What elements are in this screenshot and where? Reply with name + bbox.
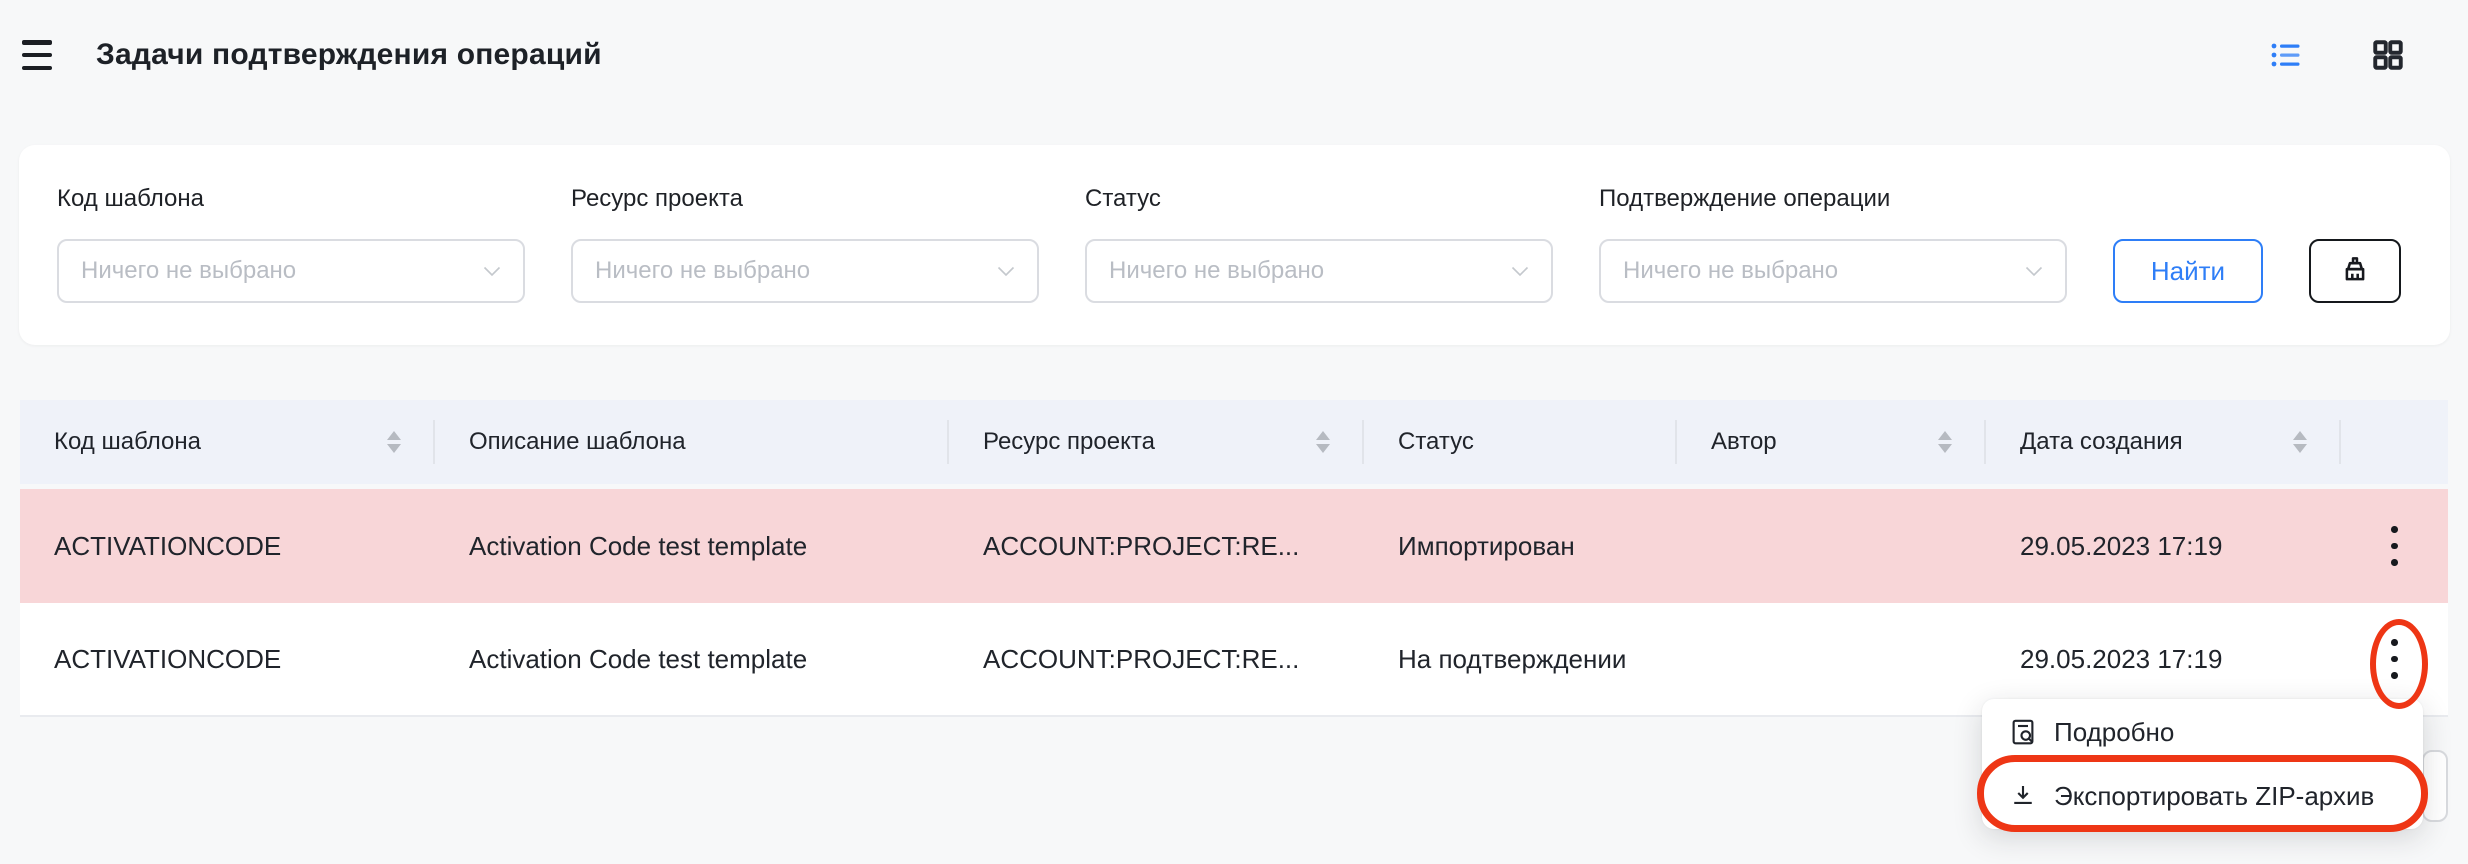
column-header-template-code[interactable]: Код шаблона <box>20 400 435 484</box>
cell-actions <box>2341 489 2448 603</box>
select-value: Ничего не выбрано <box>1623 257 2025 285</box>
cell-project-resource: ACCOUNT:PROJECT:RE... <box>949 489 1364 603</box>
row-context-menu: Подробно Экспортировать ZIP-архив <box>1982 699 2423 829</box>
cell-author <box>1677 489 1986 603</box>
filter-field-project-resource: Ресурс проекта Ничего не выбрано <box>571 185 1039 303</box>
pagination-control-partial[interactable] <box>2422 750 2448 822</box>
table-row[interactable]: ACTIVATIONCODE Activation Code test temp… <box>20 489 2448 603</box>
column-header-template-description: Описание шаблона <box>435 400 949 484</box>
select-value: Ничего не выбрано <box>81 257 483 285</box>
select-value: Ничего не выбрано <box>595 257 997 285</box>
operation-confirmation-select[interactable]: Ничего не выбрано <box>1599 239 2067 303</box>
filter-field-status: Статус Ничего не выбрано <box>1085 185 1553 303</box>
column-label: Код шаблона <box>54 428 201 456</box>
column-header-author[interactable]: Автор <box>1677 400 1986 484</box>
cell-template-code: ACTIVATIONCODE <box>20 603 435 715</box>
column-label: Автор <box>1711 428 1777 456</box>
chevron-down-icon <box>1511 266 1529 277</box>
menu-item-details[interactable]: Подробно <box>1982 700 2423 764</box>
cell-created-date: 29.05.2023 17:19 <box>1986 489 2341 603</box>
clear-filters-button[interactable] <box>2309 239 2401 303</box>
filter-label: Подтверждение операции <box>1599 185 2067 213</box>
column-header-status: Статус <box>1364 400 1677 484</box>
list-view-icon[interactable] <box>2268 37 2304 73</box>
filter-field-operation-confirmation: Подтверждение операции Ничего не выбрано <box>1599 185 2067 303</box>
file-search-icon <box>2008 717 2038 747</box>
cell-template-description: Activation Code test template <box>435 489 949 603</box>
column-label: Статус <box>1398 428 1474 456</box>
sort-icon <box>2293 431 2307 453</box>
select-value: Ничего не выбрано <box>1109 257 1511 285</box>
filter-label: Статус <box>1085 185 1553 213</box>
search-button[interactable]: Найти <box>2113 239 2263 303</box>
view-toggle <box>2268 37 2406 73</box>
chevron-down-icon <box>483 266 501 277</box>
table-header-row: Код шаблона Описание шаблона Ресурс прое… <box>20 400 2448 484</box>
menu-item-label: Подробно <box>2054 717 2174 748</box>
page-title: Задачи подтверждения операций <box>96 38 602 72</box>
column-label: Дата создания <box>2020 428 2183 456</box>
hamburger-menu-icon[interactable] <box>20 39 54 71</box>
menu-item-export-zip[interactable]: Экспортировать ZIP-архив <box>1982 764 2423 828</box>
chevron-down-icon <box>2025 266 2043 277</box>
sort-icon <box>1316 431 1330 453</box>
cell-template-description: Activation Code test template <box>435 603 949 715</box>
topbar: Задачи подтверждения операций <box>0 0 2468 96</box>
sort-icon <box>1938 431 1952 453</box>
column-label: Описание шаблона <box>469 428 686 456</box>
cell-status: На подтверждении <box>1364 603 1677 715</box>
menu-item-label: Экспортировать ZIP-архив <box>2054 781 2374 812</box>
row-actions-kebab-icon[interactable] <box>2377 629 2412 689</box>
column-header-created-date[interactable]: Дата создания <box>1986 400 2341 484</box>
tasks-table: Код шаблона Описание шаблона Ресурс прое… <box>20 400 2448 717</box>
column-header-actions <box>2341 400 2448 484</box>
cell-status: Импортирован <box>1364 489 1677 603</box>
grid-view-icon[interactable] <box>2370 37 2406 73</box>
filter-field-template-code: Код шаблона Ничего не выбрано <box>57 185 525 303</box>
column-header-project-resource[interactable]: Ресурс проекта <box>949 400 1364 484</box>
download-icon <box>2008 781 2038 811</box>
cell-author <box>1677 603 1986 715</box>
cell-template-code: ACTIVATIONCODE <box>20 489 435 603</box>
status-select[interactable]: Ничего не выбрано <box>1085 239 1553 303</box>
chevron-down-icon <box>997 266 1015 277</box>
filter-label: Ресурс проекта <box>571 185 1039 213</box>
filter-label: Код шаблона <box>57 185 525 213</box>
filter-panel: Код шаблона Ничего не выбрано Ресурс про… <box>19 145 2450 345</box>
template-code-select[interactable]: Ничего не выбрано <box>57 239 525 303</box>
project-resource-select[interactable]: Ничего не выбрано <box>571 239 1039 303</box>
broom-icon <box>2337 253 2373 289</box>
column-label: Ресурс проекта <box>983 428 1155 456</box>
cell-project-resource: ACCOUNT:PROJECT:RE... <box>949 603 1364 715</box>
row-actions-kebab-icon[interactable] <box>2377 516 2412 576</box>
sort-icon <box>387 431 401 453</box>
